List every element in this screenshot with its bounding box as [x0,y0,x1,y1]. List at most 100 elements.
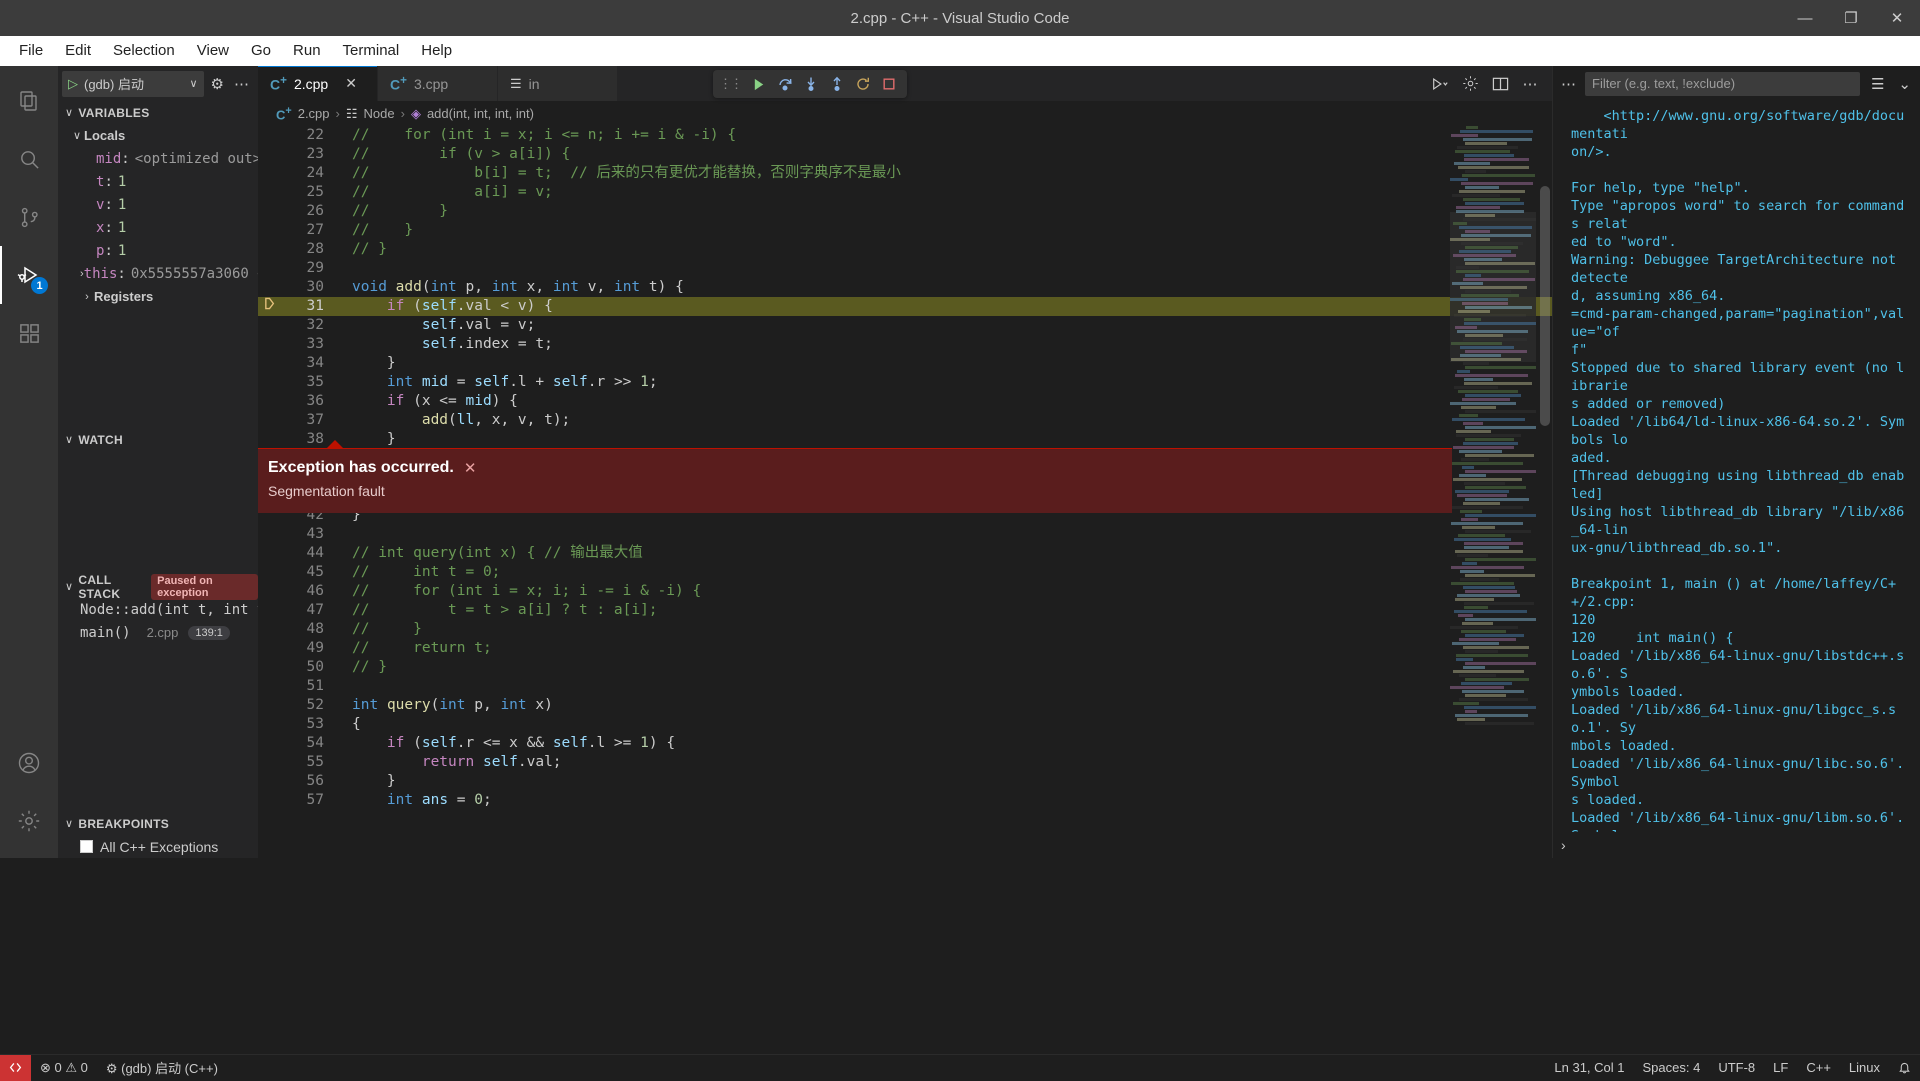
menu-view[interactable]: View [186,37,240,65]
drag-handle[interactable]: ⋮⋮ [719,76,745,92]
code-line[interactable]: 33 self.index = t; [258,335,1552,354]
close-button[interactable]: ✕ [1874,0,1920,36]
code-line[interactable]: 48// } [258,620,1552,639]
call-stack-pane-header[interactable]: ∨ CALL STACK Paused on exception [58,575,258,598]
run-and-debug-icon[interactable]: 1 [0,246,58,304]
open-launch-json-gear-icon[interactable]: ⚙ [208,75,227,93]
variables-group-registers[interactable]: › Registers [58,285,258,308]
breadcrumb-item-method[interactable]: add(int, int, int, int) [427,106,534,121]
editor-position-status[interactable]: Ln 31, Col 1 [1545,1055,1633,1081]
variables-group-locals[interactable]: ∨ Locals [58,124,258,147]
breadcrumb-item-class[interactable]: Node [364,106,395,121]
variable-row-mid[interactable]: mid: <optimized out> [58,147,258,170]
code-line[interactable]: 49// return t; [258,639,1552,658]
launch-config-dropdown[interactable]: ▷ (gdb) 启动 ∨ [62,71,204,97]
code-line[interactable]: 45// int t = 0; [258,563,1552,582]
explorer-icon[interactable] [0,72,58,130]
manage-settings-icon[interactable] [0,792,58,850]
code-line[interactable]: 44// int query(int x) { // 输出最大值 [258,544,1552,563]
variable-row-this[interactable]: › this: 0x5555557a3060 <tr> [58,262,258,285]
code-line[interactable]: 24// b[i] = t; // 后来的只有更优才能替换，否则字典序不是最小 [258,164,1552,183]
problems-status[interactable]: ⊗ 0 ⚠ 0 [31,1055,97,1081]
debug-more-actions-icon[interactable]: ⋯ [231,75,252,93]
menu-terminal[interactable]: Terminal [332,37,411,65]
minimap[interactable] [1450,126,1536,858]
code-line[interactable]: 38 } [258,430,1552,449]
step-into-button[interactable] [799,72,823,96]
source-control-icon[interactable] [0,188,58,246]
breakpoint-item[interactable]: All C++ Exceptions [58,835,258,858]
code-line[interactable]: 43 [258,525,1552,544]
chevron-right-icon[interactable]: › [80,291,94,303]
code-line[interactable]: 54 if (self.r <= x && self.l >= 1) { [258,734,1552,753]
notifications-bell-icon[interactable] [1889,1055,1920,1081]
close-icon[interactable]: ✕ [345,75,357,92]
code-line[interactable]: 55 return self.val; [258,753,1552,772]
variables-pane-header[interactable]: ∨ VARIABLES [58,101,258,124]
code-line[interactable]: 29 [258,259,1552,278]
code-line[interactable]: 56 } [258,772,1552,791]
menu-selection[interactable]: Selection [102,37,186,65]
tab-3-cpp[interactable]: C+ 3.cpp [378,66,498,101]
clear-console-icon[interactable]: ☰ [1868,75,1887,93]
code-line[interactable]: 32 self.val = v; [258,316,1552,335]
eol-status[interactable]: LF [1764,1055,1797,1081]
minimize-button[interactable]: — [1782,0,1828,36]
breadcrumb-item-file[interactable]: 2.cpp [298,106,330,121]
variable-row-p[interactable]: p: 1 [58,239,258,262]
menu-file[interactable]: File [8,37,54,65]
tab-2-cpp[interactable]: C+ 2.cpp ✕ [258,66,378,101]
variable-row-t[interactable]: t: 1 [58,170,258,193]
run-or-debug-icon[interactable] [1426,70,1454,98]
step-out-button[interactable] [825,72,849,96]
variable-row-v[interactable]: v: 1 [58,193,258,216]
variable-row-x[interactable]: x: 1 [58,216,258,239]
start-debugging-icon[interactable]: ▷ [68,76,78,92]
remote-indicator[interactable] [0,1055,31,1081]
code-line[interactable]: 36 if (x <= mid) { [258,392,1552,411]
gear-icon[interactable] [1456,70,1484,98]
language-mode-status[interactable]: C++ [1797,1055,1840,1081]
code-editor[interactable]: 22// for (int i = x; i <= n; i += i & -i… [258,126,1552,858]
maximize-button[interactable]: ❐ [1828,0,1874,36]
code-line[interactable]: 26// } [258,202,1552,221]
menu-help[interactable]: Help [410,37,463,65]
code-line[interactable]: 28// } [258,240,1552,259]
breakpoint-checkbox[interactable] [80,840,93,853]
code-line[interactable]: 25// a[i] = v; [258,183,1552,202]
continue-button[interactable] [747,72,771,96]
code-line[interactable]: 37 add(ll, x, v, t); [258,411,1552,430]
accounts-icon[interactable] [0,734,58,792]
step-over-button[interactable] [773,72,797,96]
search-icon[interactable] [0,130,58,188]
menu-edit[interactable]: Edit [54,37,102,65]
chevron-down-icon[interactable]: ∨ [189,77,197,90]
menu-run[interactable]: Run [282,37,332,65]
collapse-panel-icon[interactable]: ⌄ [1895,75,1914,93]
restart-button[interactable] [851,72,875,96]
encoding-status[interactable]: UTF-8 [1709,1055,1764,1081]
filter-input[interactable]: Filter (e.g. text, !exclude) [1585,72,1860,96]
stop-button[interactable] [877,72,901,96]
watch-pane-header[interactable]: ∨ WATCH [58,428,258,451]
code-line[interactable]: 31 if (self.val < v) { [258,297,1552,316]
code-line[interactable]: 47// t = t > a[i] ? t : a[i]; [258,601,1552,620]
call-stack-frame[interactable]: Node::add(int t, int v, int [58,598,258,621]
close-icon[interactable]: ✕ [464,459,477,477]
code-line[interactable]: 34 } [258,354,1552,373]
debug-session-status[interactable]: ⚙ (gdb) 启动 (C++) [97,1055,227,1081]
code-line[interactable]: 50// } [258,658,1552,677]
editor-vertical-scrollbar[interactable] [1540,186,1550,426]
extensions-icon[interactable] [0,304,58,362]
debug-console-output[interactable]: <http://www.gnu.org/software/gdb/documen… [1553,101,1920,832]
code-line[interactable]: 35 int mid = self.l + self.r >> 1; [258,373,1552,392]
more-actions-icon[interactable]: ⋯ [1516,70,1544,98]
menu-go[interactable]: Go [240,37,282,65]
tab-in[interactable]: ☰ in [498,66,618,101]
code-line[interactable]: 53{ [258,715,1552,734]
debug-console-input-row[interactable]: › [1553,832,1920,858]
more-actions-icon[interactable]: ⋯ [1561,75,1577,93]
code-line[interactable]: 23// if (v > a[i]) { [258,145,1552,164]
call-stack-frame[interactable]: main() 2.cpp 139:1 [58,621,258,644]
code-line[interactable]: 52int query(int p, int x) [258,696,1552,715]
